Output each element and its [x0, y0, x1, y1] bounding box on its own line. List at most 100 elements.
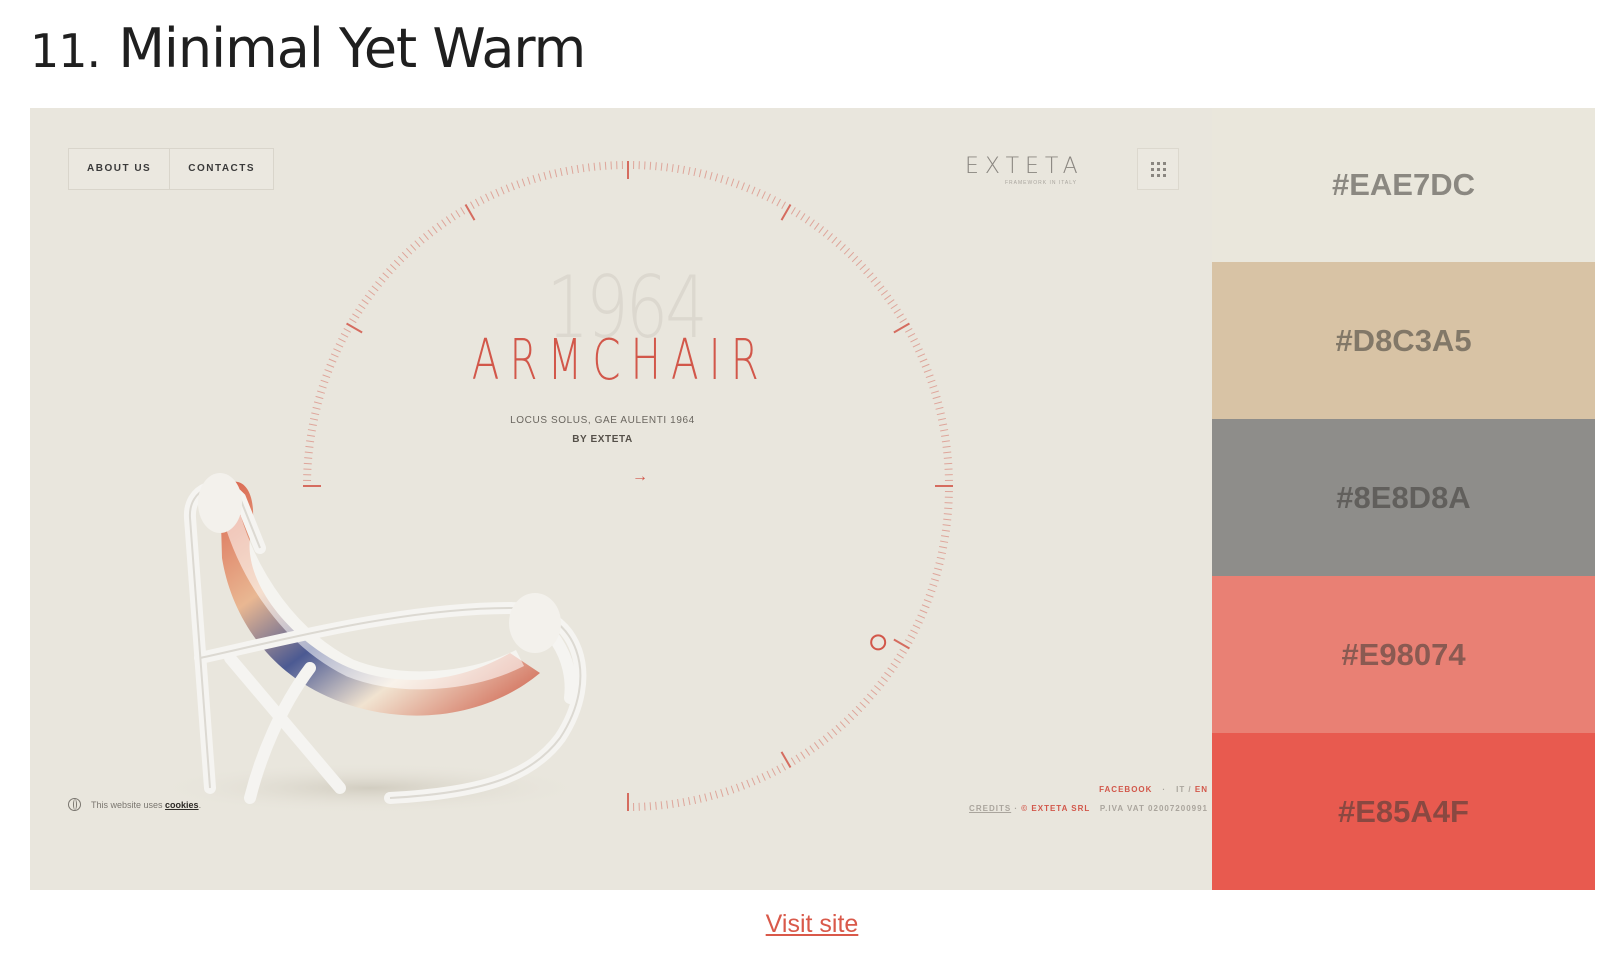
dial-tick: [896, 653, 904, 659]
dial-tick: [582, 164, 585, 173]
dial-tick: [309, 417, 319, 421]
dial-tick: [917, 353, 926, 358]
dial-tick: [874, 281, 881, 287]
credits-link[interactable]: CREDITS: [969, 804, 1011, 813]
dial-tick: [874, 685, 881, 691]
dial-tick: [887, 667, 895, 673]
dial-tick: [495, 188, 500, 197]
dial-tick: [847, 713, 855, 721]
dial-tick: [866, 272, 874, 279]
dial-tick: [899, 648, 907, 654]
dial-tick: [333, 348, 341, 353]
dial-tick: [474, 198, 480, 207]
dial-tick: [305, 445, 314, 448]
dial-tick: [941, 440, 950, 443]
lang-it[interactable]: IT: [1176, 785, 1185, 794]
site-logo[interactable]: EXTETA: [965, 154, 1084, 179]
dial-tick: [682, 165, 685, 174]
dial-tick: [800, 751, 806, 759]
dial-tick: [655, 801, 657, 810]
dial-tick: [649, 161, 652, 170]
dial-tick: [490, 191, 495, 199]
dial-tick: [921, 363, 930, 368]
dial-tick: [318, 385, 327, 389]
dial-tick: [941, 535, 950, 538]
dial-tick: [944, 462, 953, 465]
dial-tick: [730, 178, 735, 187]
dial-tick: [925, 593, 934, 598]
dial-tick: [500, 186, 505, 195]
arrow-right-icon[interactable]: →: [632, 468, 648, 486]
cookies-link[interactable]: cookies: [165, 800, 199, 810]
swatch-label: #E85A4F: [1338, 793, 1469, 829]
dial-tick: [934, 401, 943, 405]
color-palette: #EAE7DC #D8C3A5 #8E8D8A #E98074 #E85A4F: [1212, 108, 1595, 890]
dial-tick: [756, 775, 761, 784]
dial-tick: [942, 445, 951, 448]
dial-tick: [382, 272, 390, 279]
dial-tick: [423, 233, 429, 240]
dial-tick: [843, 717, 851, 725]
dial-tick: [939, 545, 948, 549]
dial-tick: [414, 240, 421, 248]
dial-tick: [709, 792, 713, 801]
dial-tick: [393, 259, 401, 267]
nav-about-us[interactable]: ABOUT US: [69, 149, 169, 189]
dial-tick: [593, 162, 596, 171]
dial-tick: [386, 268, 393, 275]
dial-tick: [940, 540, 949, 543]
dial-tick: [934, 567, 943, 571]
visit-site-link[interactable]: Visit site: [0, 910, 1624, 939]
dial-tick: [751, 777, 756, 786]
dial-tick: [912, 624, 921, 629]
dial-tick: [527, 176, 531, 185]
dial-tick: [877, 285, 885, 292]
dial-tick: [941, 529, 950, 532]
dial-tick: [343, 327, 351, 333]
nav-contacts[interactable]: CONTACTS: [169, 149, 273, 189]
dial-tick: [880, 290, 888, 296]
dial-tick: [307, 429, 316, 432]
swatch-1: #EAE7DC: [1212, 108, 1595, 262]
dial-tick: [460, 207, 466, 215]
dial-tick: [720, 175, 724, 183]
facebook-link[interactable]: FACEBOOK: [1099, 785, 1152, 794]
dial-tick: [851, 255, 859, 263]
dial-tick: [328, 358, 337, 363]
dial-tick: [919, 609, 928, 614]
dial-tick: [418, 236, 425, 244]
dial-tick: [899, 318, 907, 324]
dial-tick: [445, 216, 452, 224]
lang-en[interactable]: EN: [1195, 785, 1208, 794]
dial-tick: [397, 255, 405, 263]
dial-tick: [907, 634, 916, 640]
dial-tick: [931, 578, 939, 582]
dial-tick: [687, 797, 691, 806]
dial-tick: [361, 299, 369, 305]
dial-tick: [349, 318, 357, 324]
dial-tick: [941, 434, 950, 437]
dial-tick: [944, 507, 953, 510]
dial-tick: [890, 303, 898, 310]
dial-tick: [932, 395, 941, 400]
dial-tick: [809, 745, 815, 753]
dial-tick: [720, 789, 724, 797]
dial-tick: [776, 198, 782, 207]
dial-tick: [756, 188, 761, 197]
swatch-3: #8E8D8A: [1212, 419, 1595, 576]
dial-tick: [725, 176, 729, 185]
dial-tick: [935, 562, 944, 566]
dial-tick: [330, 353, 339, 358]
dial-tick: [855, 705, 863, 713]
dial-tick: [771, 196, 776, 204]
dial-tick: [455, 210, 461, 218]
dial-tick: [559, 167, 563, 177]
dial-tick: [937, 417, 947, 421]
dial-tick: [877, 680, 885, 687]
dial-tick: [751, 186, 756, 195]
dial-tick: [709, 171, 713, 180]
dial-tick: [776, 765, 782, 774]
cookie-notice: This website uses cookies.: [68, 798, 201, 811]
dial-tick: [746, 184, 751, 193]
menu-button[interactable]: [1137, 148, 1179, 190]
